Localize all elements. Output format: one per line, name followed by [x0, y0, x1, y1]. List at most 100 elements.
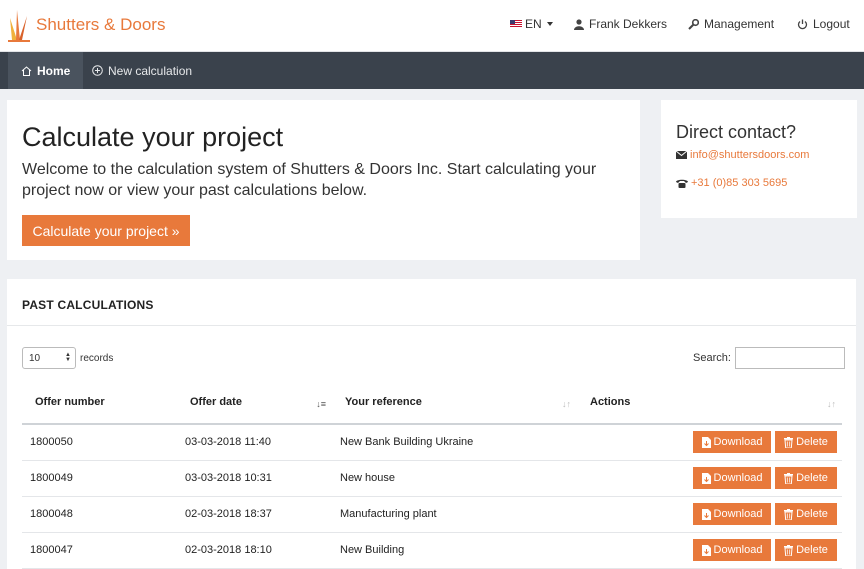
past-calculations-card: PAST CALCULATIONS 10 ▲ ▼ records Search: … — [7, 279, 856, 569]
delete-button[interactable]: Delete — [775, 539, 837, 561]
sort-icon: ↓↑ — [562, 399, 571, 409]
divider — [7, 325, 856, 326]
calculations-table: Offer number Offer date ↓≡ Your reference… — [22, 381, 842, 569]
caret-down-icon — [546, 22, 553, 26]
row-actions: Download Delete — [577, 460, 842, 497]
delete-label: Delete — [796, 436, 828, 449]
delete-label: Delete — [796, 508, 828, 520]
row-actions: Download Delete — [577, 532, 842, 569]
offer-reference: New house — [332, 460, 577, 497]
column-your-reference[interactable]: Your reference ↓↑ — [332, 381, 577, 425]
records-label: records — [80, 352, 114, 364]
contact-email-link[interactable]: info@shuttersdoors.com — [690, 149, 809, 161]
sort-desc-icon: ↓≡ — [316, 399, 326, 409]
brand-name[interactable]: Shutters & Doors — [36, 15, 165, 35]
plus-circle-icon — [92, 65, 103, 76]
offer-reference: New Building — [332, 532, 577, 569]
offer-reference: New Bank Building Ukraine — [332, 424, 577, 461]
nav-new-calculation[interactable]: New calculation — [79, 52, 205, 89]
page-title: Calculate your project — [22, 122, 284, 152]
power-icon — [797, 19, 808, 29]
search-input[interactable] — [734, 347, 845, 369]
column-offer-number[interactable]: Offer number — [22, 381, 177, 425]
column-your-reference-label: Your reference — [345, 396, 422, 408]
management-label: Management — [704, 17, 775, 31]
records-control: 10 ▲ ▼ records — [22, 347, 113, 369]
contact-phone-link[interactable]: +31 (0)85 303 5695 — [691, 177, 787, 189]
welcome-text: Welcome to the calculation system of Shu… — [22, 161, 597, 199]
table-row: 1800048 02-03-2018 18:37 Manufacturing pla… — [22, 496, 842, 533]
offer-date: 02-03-2018 18:37 — [177, 496, 332, 533]
user-name: Frank Dekkers — [589, 17, 668, 31]
trash-icon — [784, 436, 794, 448]
trash-icon — [784, 508, 794, 520]
envelope-icon — [676, 151, 687, 159]
column-actions-label: Actions — [590, 396, 631, 408]
logout-label: Logout — [813, 17, 850, 31]
logout-link[interactable]: Logout — [797, 17, 850, 31]
wrench-icon — [688, 18, 699, 30]
file-download-icon — [701, 472, 711, 484]
download-label: Download — [713, 472, 763, 484]
records-select[interactable]: 10 ▲ ▼ — [22, 347, 76, 369]
language-dropdown[interactable]: EN — [510, 17, 553, 31]
download-button[interactable]: Download — [693, 431, 771, 454]
nav-new-calculation-label: New calculation — [108, 63, 193, 78]
trash-icon — [784, 544, 794, 556]
trash-icon — [784, 472, 794, 484]
download-button[interactable]: Download — [693, 539, 771, 561]
table-row: 1800049 03-03-2018 10:31 New house Download… — [22, 460, 842, 497]
offer-date: 02-03-2018 18:10 — [177, 532, 332, 569]
download-button[interactable]: Download — [693, 503, 771, 525]
user-icon — [574, 18, 584, 30]
us-flag-icon — [510, 20, 522, 28]
updown-icon: ▲ ▼ — [65, 352, 71, 363]
column-offer-date[interactable]: Offer date ↓≡ — [177, 381, 332, 425]
offer-number: 1800050 — [22, 424, 177, 461]
sort-icon: ↓↑ — [827, 399, 836, 409]
home-icon — [21, 65, 32, 76]
contact-phone[interactable]: +31 (0)85 303 5695 — [676, 177, 787, 189]
section-title: PAST CALCULATIONS — [22, 298, 154, 312]
records-value: 10 — [29, 352, 41, 364]
delete-button[interactable]: Delete — [775, 431, 837, 454]
search-label: Search: — [693, 352, 731, 364]
delete-button[interactable]: Delete — [775, 503, 837, 525]
offer-number: 1800047 — [22, 532, 177, 569]
logo-icon[interactable] — [6, 8, 32, 42]
download-label: Download — [713, 508, 763, 520]
file-download-icon — [701, 544, 711, 556]
phone-icon — [676, 179, 688, 188]
download-label: Download — [713, 436, 763, 449]
table-header-row: Offer number Offer date ↓≡ Your reference… — [22, 381, 842, 425]
column-offer-number-label: Offer number — [35, 396, 105, 408]
download-button[interactable]: Download — [693, 467, 771, 489]
user-menu[interactable]: Frank Dekkers — [574, 17, 667, 31]
contact-email[interactable]: info@shuttersdoors.com — [676, 149, 809, 161]
search-control: Search: — [693, 347, 845, 369]
delete-button[interactable]: Delete — [775, 467, 837, 489]
offer-reference: Manufacturing plant — [332, 496, 577, 533]
offer-number: 1800049 — [22, 460, 177, 497]
row-actions: Download Delete — [577, 496, 842, 533]
offer-date: 03-03-2018 10:31 — [177, 460, 332, 497]
management-link[interactable]: Management — [688, 17, 774, 31]
contact-card: Direct contact? info@shuttersdoors.com +… — [661, 100, 857, 218]
language-label: EN — [525, 17, 542, 31]
download-label: Download — [713, 544, 763, 556]
contact-title: Direct contact? — [676, 122, 797, 142]
nav-home[interactable]: Home — [8, 52, 84, 89]
file-download-icon — [701, 508, 711, 520]
delete-label: Delete — [796, 472, 828, 484]
offer-number: 1800048 — [22, 496, 177, 533]
calculate-project-button[interactable]: Calculate your project » — [22, 215, 190, 246]
hero-card: Calculate your project Welcome to the ca… — [7, 100, 640, 260]
top-bar: Shutters & Doors EN Frank Dekkers Manage… — [0, 0, 864, 52]
column-offer-date-label: Offer date — [190, 396, 242, 408]
table-row: 1800050 03-03-2018 11:40 New Bank Building… — [22, 424, 842, 461]
delete-label: Delete — [796, 544, 828, 556]
table-row: 1800047 02-03-2018 18:10 New Building Downl… — [22, 532, 842, 569]
nav-home-label: Home — [37, 63, 71, 78]
column-actions[interactable]: Actions ↓↑ — [577, 381, 842, 425]
offer-date: 03-03-2018 11:40 — [177, 424, 332, 461]
